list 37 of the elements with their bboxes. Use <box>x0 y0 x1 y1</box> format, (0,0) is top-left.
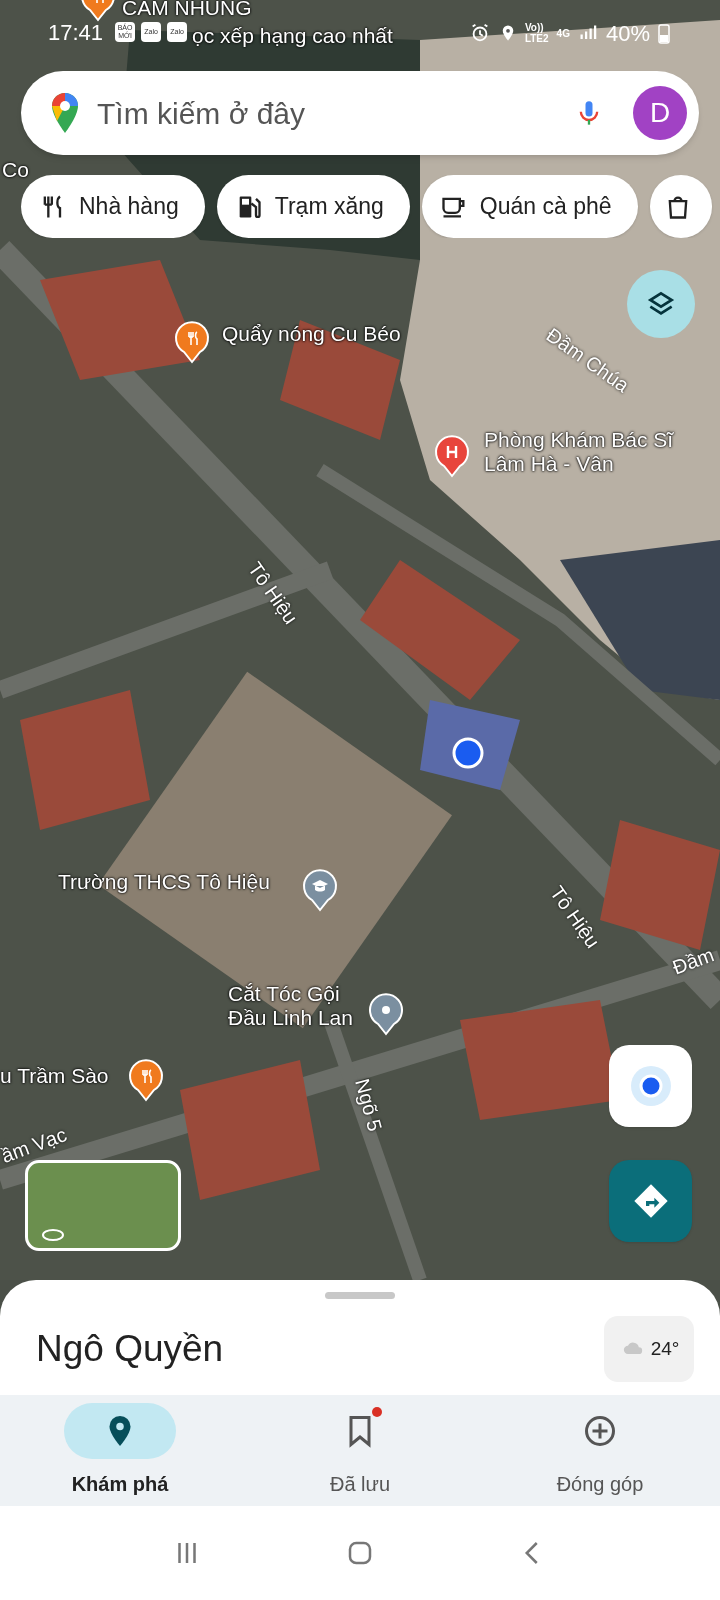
place-label: u Trầm Sào <box>0 1064 109 1088</box>
drag-handle[interactable] <box>325 1292 395 1299</box>
my-location-button[interactable] <box>609 1045 692 1127</box>
nav-tab[interactable]: Đóng góp <box>480 1395 720 1506</box>
nav-tab[interactable]: Đã lưu <box>240 1395 480 1506</box>
lte-label: LTE2 <box>524 33 549 44</box>
restaurant-pin-icon <box>172 318 212 364</box>
street-label: Ngõ 5 <box>350 1075 388 1135</box>
status-time: 17:41 <box>48 18 104 47</box>
location-dot-icon <box>629 1065 672 1107</box>
network-type: 4G <box>556 26 570 41</box>
contribute-icon <box>582 1413 618 1449</box>
place-pin-icon <box>366 990 406 1036</box>
weather-chip[interactable]: 24° <box>604 1316 694 1382</box>
school-pin-icon <box>300 866 340 912</box>
category-chip[interactable]: Trạm xăng <box>216 175 410 238</box>
profile-avatar[interactable]: D <box>633 86 687 140</box>
category-chip[interactable]: Quán cà phê <box>421 175 638 238</box>
place-label: Cắt Tóc Gội Đầu Linh Lan <box>228 982 354 1030</box>
search-bar[interactable]: Tìm kiếm ở đây D <box>21 71 699 155</box>
street-label: ầm Vạc <box>0 1122 71 1169</box>
map-pin-logo-icon <box>49 91 81 135</box>
current-location-dot <box>452 737 484 769</box>
place-label: Quẩy nóng Cu Béo <box>222 322 401 346</box>
volte-label: Vo)) <box>524 22 545 33</box>
place-label: CAM NHUNG <box>122 0 252 20</box>
restaurant-pin-icon <box>126 1056 166 1102</box>
battery-percent: 40% <box>605 19 650 48</box>
map-label: ọc xếp hạng cao nhất <box>192 24 393 48</box>
battery-icon <box>658 24 670 44</box>
street-label: Đầm <box>668 942 718 981</box>
place-title: Ngô Quyền <box>36 1327 224 1372</box>
nav-tab[interactable]: Khám phá <box>0 1395 240 1506</box>
directions-button[interactable] <box>609 1160 692 1242</box>
hospital-pin-icon <box>432 432 472 478</box>
place-label: Phòng Khám Bác Sĩ Lâm Hà - Vân <box>484 428 675 476</box>
place-label: Trường THCS Tô Hiệu <box>58 870 270 894</box>
